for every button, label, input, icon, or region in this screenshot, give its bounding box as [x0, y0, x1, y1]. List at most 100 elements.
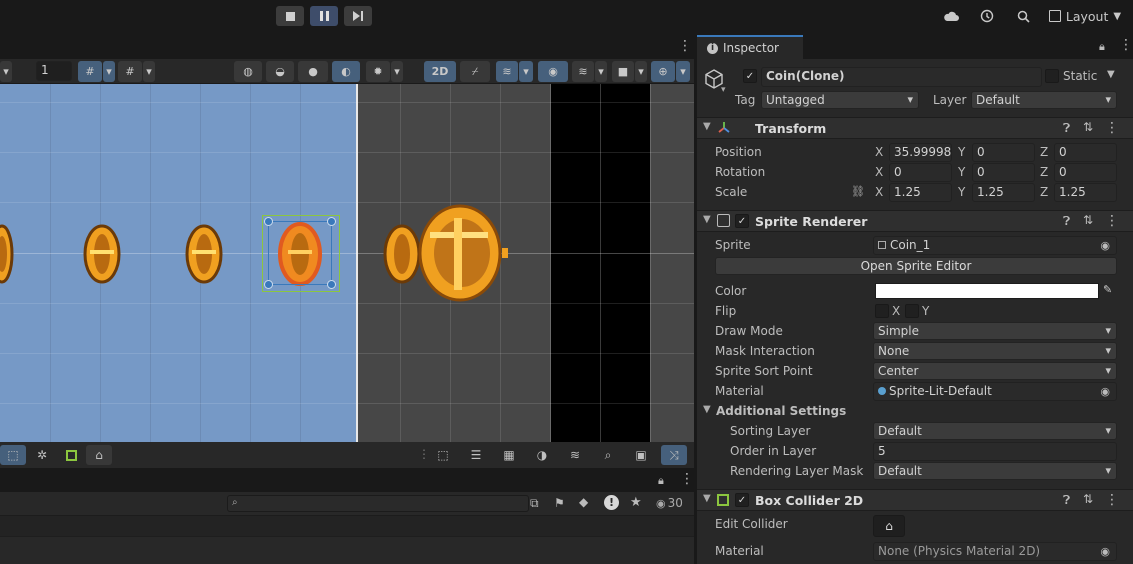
cloud-icon[interactable] — [942, 7, 960, 25]
foldout-arrow-icon[interactable]: ▼ — [703, 214, 711, 225]
help-icon[interactable]: ❓︎ — [1063, 121, 1070, 136]
debug-draw-icon[interactable]: ✹ — [366, 61, 390, 82]
chevron-down-icon[interactable]: ▾ — [519, 61, 533, 82]
presets-icon[interactable]: ⇅ — [1083, 120, 1093, 134]
more-icon[interactable]: ⋮ — [1105, 492, 1119, 508]
light-icon[interactable]: ◑ — [529, 445, 555, 465]
foldout-arrow-icon[interactable]: ▼ — [703, 121, 711, 132]
chevron-down-icon[interactable]: ▾ — [595, 61, 607, 82]
box-collider-header[interactable]: ▼ ✓ Box Collider 2D ❓︎ ⇅ ⋮ — [697, 489, 1133, 511]
layers-icon[interactable]: ≋ — [562, 445, 588, 465]
open-sprite-editor-button[interactable]: Open Sprite Editor — [715, 257, 1117, 275]
sorting-layer-dropdown[interactable]: Default — [873, 422, 1117, 440]
rendering-layer-mask-dropdown[interactable]: Default — [873, 462, 1117, 480]
draw-mode-dropdown[interactable]: Simple — [873, 322, 1117, 340]
star-icon[interactable]: ★ — [630, 495, 642, 510]
rect-tool-icon[interactable]: ⬚ — [0, 445, 26, 465]
edit-collider-button[interactable]: ⌂ — [873, 515, 905, 537]
scale-z-field[interactable]: 1.25 — [1054, 183, 1117, 202]
material-field[interactable]: Sprite-Lit-Default ◉ — [873, 382, 1117, 401]
large-coin-sprite[interactable] — [416, 202, 508, 304]
resize-handle[interactable] — [327, 280, 336, 289]
layers-icon[interactable]: ≋ — [572, 61, 594, 82]
color-swatch[interactable] — [875, 283, 1099, 299]
tag-dropdown[interactable]: Untagged — [761, 91, 919, 109]
scale-y-field[interactable]: 1.25 — [972, 183, 1035, 202]
sprite-renderer-enabled-checkbox[interactable]: ✓ — [735, 214, 749, 228]
box-collider-enabled-checkbox[interactable]: ✓ — [735, 493, 749, 507]
rotation-z-field[interactable]: 0 — [1054, 163, 1117, 182]
unlit-icon[interactable]: ◐ — [332, 61, 360, 82]
mode-2d-button[interactable]: 2D — [424, 61, 456, 82]
wireframe-shading-icon[interactable]: ◍ — [234, 61, 262, 82]
more-icon[interactable]: ⋮ — [678, 39, 692, 53]
transform-header[interactable]: ▼ Transform ❓︎ ⇅ ⋮ — [697, 117, 1133, 139]
chevron-down-icon[interactable]: ▾ — [676, 61, 690, 82]
audio-layers-icon[interactable]: ≋ — [496, 61, 518, 82]
increment-snap-icon[interactable]: # — [118, 61, 142, 82]
eyedropper-icon[interactable]: ✎ — [1103, 283, 1112, 296]
active-checkbox[interactable]: ✓ — [743, 69, 757, 83]
chevron-down-icon[interactable]: ▾ — [391, 61, 403, 82]
filter-icon[interactable]: ⚑ — [554, 496, 565, 510]
gizmos-icon[interactable]: ⊕ — [651, 61, 675, 82]
zoom-icon[interactable]: ⌕ — [595, 445, 621, 465]
more-icon[interactable]: ⋮ — [1105, 120, 1119, 136]
warning-icon[interactable]: ! — [604, 495, 619, 510]
static-checkbox[interactable] — [1045, 69, 1059, 83]
panel-divider[interactable] — [694, 33, 697, 564]
collider-edit-icon[interactable] — [58, 445, 84, 465]
chevron-down-icon[interactable]: ▾ — [0, 61, 12, 82]
scale-x-field[interactable]: 1.25 — [889, 183, 952, 202]
shaded-icon[interactable]: ● — [298, 61, 328, 82]
flip-y-checkbox[interactable] — [905, 304, 919, 318]
sprite-sort-point-dropdown[interactable]: Center — [873, 362, 1117, 380]
lock-icon[interactable]: 🔒︎ — [658, 474, 664, 488]
camera-icon[interactable]: ■ — [612, 61, 634, 82]
coin-sprite[interactable] — [82, 222, 122, 286]
order-in-layer-field[interactable]: 5 — [873, 442, 1117, 461]
chevron-down-icon[interactable]: ▼ — [1107, 69, 1115, 80]
more-icon[interactable]: ⋮ — [1119, 38, 1133, 52]
message-count[interactable]: ◉ 30 — [656, 496, 683, 510]
additional-settings-label[interactable]: Additional Settings — [716, 404, 846, 418]
shaded-wireframe-icon[interactable]: ◒ — [266, 61, 294, 82]
layout-dropdown[interactable]: Layout ▼ — [1047, 7, 1123, 25]
rect-select-icon[interactable]: ⬚ — [430, 445, 456, 465]
chevron-down-icon[interactable]: ▾ — [635, 61, 647, 82]
help-icon[interactable]: ❓︎ — [1063, 214, 1070, 229]
position-z-field[interactable]: 0 — [1054, 143, 1117, 162]
search-icon[interactable] — [1014, 7, 1032, 25]
history-icon[interactable] — [978, 7, 996, 25]
resize-handle[interactable] — [327, 217, 336, 226]
sprite-renderer-header[interactable]: ▼ ✓ Sprite Renderer ❓︎ ⇅ ⋮ — [697, 210, 1133, 232]
coin-sprite[interactable] — [184, 222, 224, 286]
presets-icon[interactable]: ⇅ — [1083, 492, 1093, 506]
position-y-field[interactable]: 0 — [972, 143, 1035, 162]
grid-snap-icon[interactable]: # — [78, 61, 102, 82]
collider-material-field[interactable]: None (Physics Material 2D) ◉ — [873, 542, 1117, 561]
shuffle-icon[interactable]: ⤨ — [661, 445, 687, 465]
collapse-icon[interactable]: ⧉ — [530, 496, 539, 511]
lighting-off-icon[interactable]: ⌿ — [460, 61, 490, 82]
layer-dropdown[interactable]: Default — [971, 91, 1117, 109]
foldout-arrow-icon[interactable]: ▼ — [703, 404, 711, 415]
resize-handle[interactable] — [264, 280, 273, 289]
object-picker-icon[interactable]: ◉ — [1100, 383, 1110, 400]
rotation-y-field[interactable]: 0 — [972, 163, 1035, 182]
chevron-down-icon[interactable]: ▾ — [103, 61, 115, 82]
sprite-field[interactable]: Coin_1 ◉ — [873, 236, 1117, 255]
lock-icon[interactable]: 🔒︎ — [1099, 40, 1105, 54]
flip-x-checkbox[interactable] — [875, 304, 889, 318]
foldout-arrow-icon[interactable]: ▼ — [703, 493, 711, 504]
console-search-input[interactable]: ⌕ — [227, 495, 529, 512]
step-button[interactable] — [344, 6, 372, 26]
sprite-shape-icon[interactable]: ✲ — [29, 445, 55, 465]
object-picker-icon[interactable]: ◉ — [1100, 237, 1110, 254]
tag-icon[interactable]: ◆ — [579, 495, 588, 509]
more-icon[interactable]: ⋮ — [1105, 213, 1119, 229]
tab-inspector[interactable]: i Inspector — [697, 35, 803, 59]
chevron-down-icon[interactable]: ▾ — [143, 61, 155, 82]
scene-viewport[interactable] — [0, 84, 694, 442]
edit-collider-icon[interactable]: ⌂ — [86, 445, 112, 465]
